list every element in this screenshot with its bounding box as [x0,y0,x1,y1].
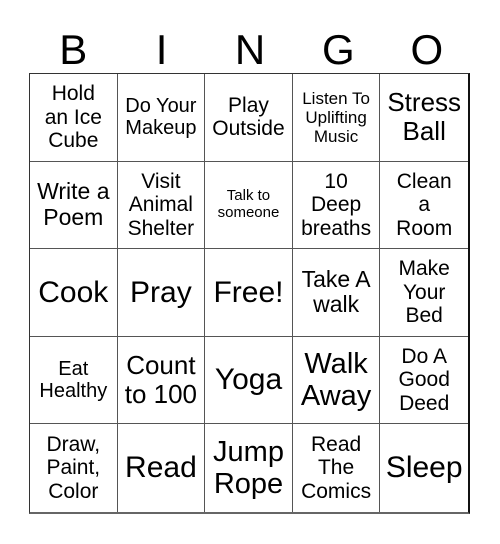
bingo-cell-free[interactable]: Free! [205,249,293,337]
bingo-cell-label: Write a Poem [37,178,110,230]
bingo-cell-label: Pray [130,275,192,309]
bingo-cell-label: Cook [38,275,109,309]
bingo-cell[interactable]: Draw, Paint, Color [30,424,118,512]
bingo-cell-label: Read The Comics [301,432,372,503]
bingo-cell[interactable]: Pray [117,249,206,337]
bingo-cell[interactable]: Take Awalk [292,249,381,337]
bingo-cell-label: Clean a Room [396,169,453,240]
bingo-cell[interactable]: Read The Comics [293,424,381,512]
bingo-cell-label: Do Your Makeup [125,94,197,140]
bingo-cell-label: Yoga [214,363,283,397]
bingo-cell[interactable]: 10 Deep breaths [292,161,381,250]
bingo-cell-label: 10 Deep breaths [301,169,372,240]
bingo-cell[interactable]: Walk Away [292,336,381,425]
bingo-cell-label: Play Outside [212,93,285,141]
bingo-cell-label: Take Awalk [301,265,371,318]
bingo-cell-label: Read [125,451,197,485]
bingo-cell[interactable]: Listen To Uplifting Music [292,74,381,162]
bingo-cell[interactable]: Hold an Ice Cube [30,74,118,162]
bingo-cell-label: Stress Ball [387,87,462,147]
bingo-cell-label: Eat Healthy [39,357,108,403]
bingo-cell[interactable]: Play Outside [205,74,293,162]
bingo-cell[interactable]: Sleep [380,424,468,512]
bingo-cell[interactable]: Make Your Bed [380,249,468,337]
bingo-cell[interactable]: Clean a Room [380,162,468,250]
bingo-cell[interactable]: Cook [30,249,118,337]
bingo-cell[interactable]: Do Your Makeup [117,74,206,162]
header-letter-n: N [234,26,266,73]
bingo-cell-label: Do A Good Deed [398,344,450,415]
bingo-cell[interactable]: Read [118,424,206,512]
bingo-cell-label: Walk Away [300,347,372,413]
header-letter-i: I [155,26,168,73]
bingo-cell-label: Draw, Paint, Color [46,432,101,503]
bingo-cell[interactable]: Yoga [205,336,293,425]
bingo-cell[interactable]: Talk to someone [205,161,293,250]
bingo-cell-label: Make Your Bed [398,257,450,328]
bingo-cell-label: Talk to someone [217,187,280,221]
bingo-cell[interactable]: Write a Poem [30,161,118,250]
bingo-card-grid: Hold an Ice Cube Do Your Makeup Play Outside… [29,73,470,514]
bingo-header: B I N G O [29,28,471,72]
bingo-cell[interactable]: Eat Healthy [30,336,118,425]
bingo-cell[interactable]: Do A Good Deed [380,337,468,425]
bingo-cell-label: Jump Rope [213,435,284,501]
bingo-cell-label: Visit Animal Shelter [127,169,195,240]
header-letter-g: G [322,26,355,73]
bingo-cell[interactable]: Visit Animal Shelter [117,161,206,250]
bingo-cell[interactable]: Jump Rope [205,424,293,512]
bingo-cell[interactable]: Stress Ball [380,74,468,162]
bingo-cell[interactable]: Count to 100 [117,336,206,425]
bingo-cell-label: Hold an Ice Cube [44,82,102,153]
header-letter-o: O [410,26,444,73]
bingo-cell-label: Sleep [385,451,463,485]
header-letter-b: B [59,26,88,73]
bingo-cell-label: Listen To Uplifting Music [302,88,370,146]
bingo-cell-label: Count to 100 [124,349,198,410]
bingo-cell-label: Free! [213,275,284,309]
